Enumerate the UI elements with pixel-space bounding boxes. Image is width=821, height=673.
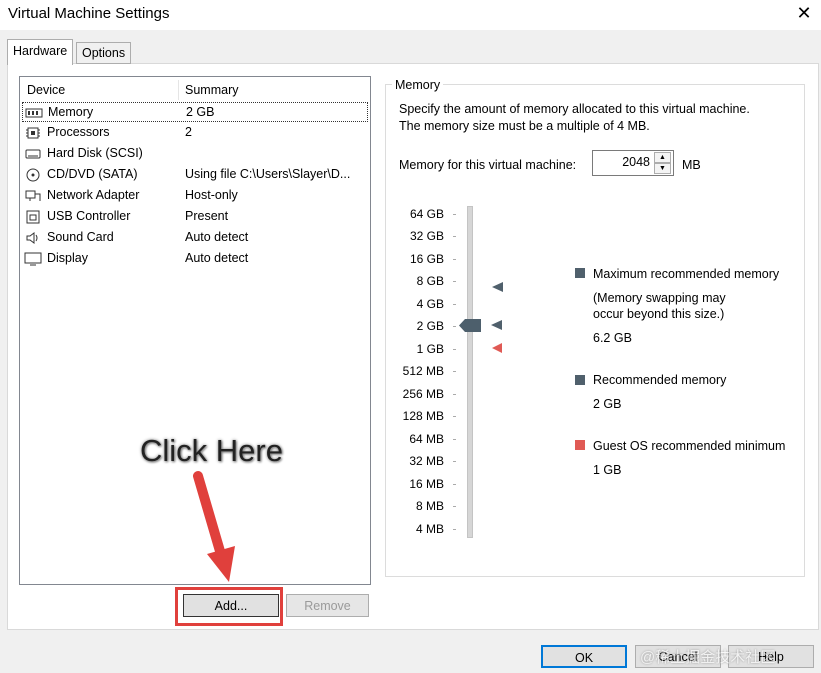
processor-icon (26, 127, 40, 139)
scale-label: 4 GB (416, 297, 444, 311)
scale-tick (453, 529, 456, 530)
device-name: Processors (47, 125, 110, 139)
max-legend-value: 6.2 GB (593, 331, 632, 345)
scale-label: 1 GB (416, 342, 444, 356)
scale-tick (453, 259, 456, 260)
spin-down-button[interactable]: ▼ (654, 163, 671, 174)
device-summary: Present (185, 209, 229, 223)
network-adapter-icon (25, 190, 41, 201)
device-name: USB Controller (47, 209, 131, 223)
watermark: @稀土掘金技术社区 (640, 649, 776, 666)
device-row-memory[interactable]: Memory 2 GB (22, 102, 368, 122)
memory-field-label: Memory for this virtual machine: (399, 158, 577, 172)
device-name: Memory (48, 105, 94, 119)
rec-legend-title: Recommended memory (593, 373, 727, 387)
device-name: CD/DVD (SATA) (47, 167, 138, 181)
scale-tick (453, 484, 456, 485)
hard-disk-icon (25, 149, 41, 159)
max-legend-swatch (575, 268, 585, 278)
device-summary: Auto detect (185, 251, 249, 265)
scale-tick (453, 349, 456, 350)
memory-input-value[interactable]: 2048 (600, 155, 650, 169)
memory-slider-track[interactable] (467, 206, 473, 538)
scale-tick (453, 416, 456, 417)
device-name: Sound Card (47, 230, 114, 244)
scale-label: 64 GB (409, 207, 444, 221)
scale-label: 128 MB (402, 409, 444, 423)
speaker-icon (26, 232, 38, 244)
scale-tick (453, 214, 456, 215)
scale-label: 8 MB (415, 499, 444, 513)
scale-label: 256 MB (402, 387, 444, 401)
scale-label: 32 MB (409, 454, 444, 468)
min-legend-swatch (575, 440, 585, 450)
device-summary: Using file C:\Users\Slayer\D... (185, 167, 351, 181)
scale-tick (453, 506, 456, 507)
column-separator[interactable] (178, 80, 179, 100)
memory-unit: MB (682, 158, 701, 172)
cd-dvd-icon (26, 168, 40, 182)
memory-description: Specify the amount of memory allocated t… (399, 102, 750, 116)
device-summary: 2 GB (186, 105, 215, 119)
close-icon[interactable]: ✕ (793, 2, 815, 24)
recommended-marker (491, 320, 502, 330)
scale-label: 512 MB (402, 364, 444, 378)
device-summary: Auto detect (185, 230, 249, 244)
scale-label: 2 GB (416, 319, 444, 333)
scale-tick (453, 371, 456, 372)
device-summary: Host-only (185, 188, 238, 202)
scale-tick (453, 326, 456, 327)
device-row-display[interactable]: Display Auto detect (22, 249, 368, 269)
scale-label: 4 MB (415, 522, 444, 536)
rec-legend-value: 2 GB (593, 397, 622, 411)
device-row-cd-dvd[interactable]: CD/DVD (SATA) Using file C:\Users\Slayer… (22, 165, 368, 185)
memory-group-title: Memory (392, 78, 444, 92)
max-legend-note: occur beyond this size.) (593, 307, 725, 321)
scale-tick (453, 281, 456, 282)
window-title: Virtual Machine Settings (8, 5, 170, 22)
annotation-arrow-icon (193, 471, 235, 582)
ok-button[interactable]: OK (541, 645, 627, 668)
annotation-text: Click Here (140, 433, 283, 468)
column-header-summary[interactable]: Summary (185, 83, 238, 99)
device-row-network-adapter[interactable]: Network Adapter Host-only (22, 186, 368, 206)
usb-icon (26, 210, 40, 224)
scale-label: 16 MB (409, 477, 444, 491)
scale-tick (453, 236, 456, 237)
device-row-usb-controller[interactable]: USB Controller Present (22, 207, 368, 227)
device-name: Network Adapter (47, 188, 140, 202)
scale-label: 64 MB (409, 432, 444, 446)
max-legend-title: Maximum recommended memory (593, 267, 780, 281)
scale-label: 32 GB (409, 229, 444, 243)
scale-tick (453, 439, 456, 440)
spin-up-button[interactable]: ▲ (654, 152, 671, 163)
device-name: Display (47, 251, 88, 265)
monitor-icon (24, 252, 42, 266)
tab-hardware[interactable]: Hardware (7, 39, 74, 65)
device-row-processors[interactable]: Processors 2 (22, 123, 368, 143)
min-legend-value: 1 GB (593, 463, 622, 477)
memory-slider-thumb[interactable] (459, 319, 481, 332)
scale-label: 8 GB (416, 274, 444, 288)
column-header-device[interactable]: Device (27, 83, 65, 99)
memory-icon (25, 108, 43, 118)
add-button[interactable]: Add... (183, 594, 279, 617)
device-name: Hard Disk (SCSI) (47, 146, 143, 160)
guest-min-marker (492, 343, 502, 353)
scale-tick (453, 394, 456, 395)
device-row-sound-card[interactable]: Sound Card Auto detect (22, 228, 368, 248)
tab-options[interactable]: Options (76, 42, 132, 64)
scale-tick (453, 461, 456, 462)
device-row-hard-disk[interactable]: Hard Disk (SCSI) (22, 144, 368, 164)
scale-tick (453, 304, 456, 305)
device-summary: 2 (185, 125, 192, 139)
min-legend-title: Guest OS recommended minimum (593, 439, 786, 453)
rec-legend-swatch (575, 375, 585, 385)
max-recommended-marker (492, 282, 503, 292)
memory-description: The memory size must be a multiple of 4 … (399, 119, 650, 133)
max-legend-note: (Memory swapping may (593, 291, 726, 305)
remove-button[interactable]: Remove (286, 594, 369, 617)
scale-label: 16 GB (409, 252, 444, 266)
